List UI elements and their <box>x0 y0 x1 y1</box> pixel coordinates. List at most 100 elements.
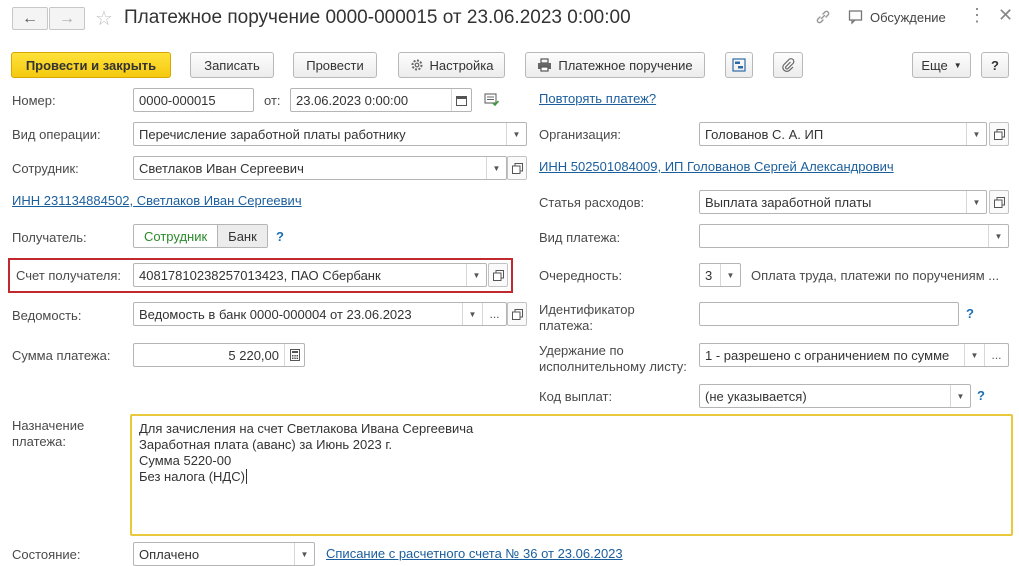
organization-inn-link[interactable]: ИНН 502501084009, ИП Голованов Сергей Ал… <box>539 159 894 174</box>
select-ellipsis-icon[interactable]: ... <box>482 303 506 325</box>
post-button[interactable]: Провести <box>293 52 377 78</box>
priority-label: Очередность: <box>539 268 623 283</box>
chevron-down-icon[interactable]: ▼ <box>720 264 740 286</box>
recipient-account-label: Счет получателя: <box>16 268 122 283</box>
payment-id-help-icon[interactable]: ? <box>966 306 974 321</box>
chevron-down-icon[interactable]: ▼ <box>462 303 482 325</box>
recipient-account-value: 40817810238257013423, ПАО Сбербанк <box>139 267 381 283</box>
arrow-right-icon: → <box>59 9 75 27</box>
calculator-icon[interactable] <box>284 344 304 366</box>
statement-value: Ведомость в банк 0000-000004 от 23.06.20… <box>139 306 412 322</box>
chevron-down-icon[interactable]: ▼ <box>966 123 986 145</box>
recipient-help-icon[interactable]: ? <box>276 229 284 244</box>
writeoff-document-link[interactable]: Списание с расчетного счета № 36 от 23.0… <box>326 546 623 561</box>
state-label: Состояние: <box>12 547 81 562</box>
priority-value: 3 <box>705 267 713 283</box>
open-account-button[interactable] <box>488 263 508 287</box>
chevron-down-icon[interactable]: ▼ <box>506 123 526 145</box>
purpose-label-line1: Назначение <box>12 418 85 433</box>
chevron-down-icon[interactable]: ▼ <box>964 344 984 366</box>
recipient-employee-option[interactable]: Сотрудник <box>134 225 219 247</box>
employee-inn-link[interactable]: ИНН 231134884502, Светлаков Иван Сергеев… <box>12 193 302 208</box>
chevron-down-icon[interactable]: ▼ <box>466 264 486 286</box>
link-icon[interactable] <box>815 9 831 28</box>
help-button[interactable]: ? <box>981 52 1009 78</box>
expense-item-value: Выплата заработной платы <box>705 194 872 210</box>
date-input[interactable]: 23.06.2023 0:00:00 <box>290 88 472 112</box>
settings-button[interactable]: Настройка <box>398 52 505 78</box>
chevron-down-icon[interactable]: ▼ <box>294 543 314 565</box>
chevron-down-icon[interactable]: ▼ <box>988 225 1008 247</box>
print-payment-order-button[interactable]: Платежное поручение <box>525 52 705 78</box>
operation-type-value: Перечисление заработной платы работнику <box>139 126 406 142</box>
priority-select[interactable]: 3 ▼ <box>699 263 741 287</box>
paperclip-icon <box>782 58 795 72</box>
more-options-icon[interactable]: ⋮ <box>968 5 986 25</box>
discussion-label: Обсуждение <box>870 9 946 25</box>
payment-id-label-line1: Идентификатор <box>539 302 635 317</box>
organization-select[interactable]: Голованов С. А. ИП ▼ <box>699 122 987 146</box>
more-actions-button[interactable]: Еще ▼ <box>912 52 971 78</box>
expense-item-label: Статья расходов: <box>539 195 645 210</box>
income-code-label: Код выплат: <box>539 389 613 404</box>
post-and-close-button[interactable]: Провести и закрыть <box>11 52 171 78</box>
purpose-line: Сумма 5220-00 <box>139 453 232 468</box>
employee-value: Светлаков Иван Сергеевич <box>139 160 304 176</box>
number-label: Номер: <box>12 93 56 108</box>
open-statement-button[interactable] <box>507 302 527 326</box>
post-label: Провести <box>306 57 364 73</box>
printer-icon <box>538 58 552 72</box>
operation-type-select[interactable]: Перечисление заработной платы работнику … <box>133 122 527 146</box>
recipient-label: Получатель: <box>12 230 87 245</box>
back-button[interactable]: ← <box>12 7 48 30</box>
statement-label: Ведомость: <box>12 308 82 323</box>
select-ellipsis-icon[interactable]: ... <box>984 344 1008 366</box>
deduction-label-line1: Удержание по <box>539 343 624 358</box>
amount-input[interactable]: 5 220,00 <box>133 343 305 367</box>
payment-id-input[interactable] <box>699 302 959 326</box>
attachments-button[interactable] <box>773 52 803 78</box>
save-button[interactable]: Записать <box>190 52 274 78</box>
open-expense-item-button[interactable] <box>989 190 1009 214</box>
purpose-textarea[interactable]: Для зачисления на счет Светлакова Ивана … <box>130 414 1013 536</box>
amount-label: Сумма платежа: <box>12 348 111 363</box>
open-organization-button[interactable] <box>989 122 1009 146</box>
history-icon[interactable] <box>484 93 500 109</box>
deduction-select[interactable]: 1 - разрешено с ограничением по сумме ▼ … <box>699 343 1009 367</box>
income-code-help-icon[interactable]: ? <box>977 388 985 403</box>
recipient-toggle[interactable]: Сотрудник Банк <box>133 224 268 248</box>
employee-select[interactable]: Светлаков Иван Сергеевич ▼ <box>133 156 507 180</box>
purpose-line: Заработная плата (аванс) за Июнь 2023 г. <box>139 437 393 452</box>
dropdown-arrow-icon: ▼ <box>953 60 962 70</box>
page-title: Платежное поручение 0000-000015 от 23.06… <box>124 7 631 28</box>
date-from-label: от: <box>264 93 281 108</box>
open-employee-button[interactable] <box>507 156 527 180</box>
forward-button[interactable]: → <box>49 7 85 30</box>
structure-button[interactable] <box>725 52 753 78</box>
close-icon[interactable]: ✕ <box>998 5 1013 25</box>
recipient-bank-option[interactable]: Банк <box>218 225 267 247</box>
favorite-star-icon[interactable]: ☆ <box>95 6 113 31</box>
statement-select[interactable]: Ведомость в банк 0000-000004 от 23.06.20… <box>133 302 507 326</box>
date-value: 23.06.2023 0:00:00 <box>296 92 409 108</box>
number-input[interactable]: 0000-000015 <box>133 88 254 112</box>
discussion-button[interactable]: Обсуждение <box>848 9 946 25</box>
chevron-down-icon[interactable]: ▼ <box>950 385 970 407</box>
repeat-payment-link[interactable]: Повторять платеж? <box>539 91 656 106</box>
open-icon <box>511 162 523 174</box>
recipient-account-select[interactable]: 40817810238257013423, ПАО Сбербанк ▼ <box>133 263 487 287</box>
open-icon <box>993 196 1005 208</box>
arrow-left-icon: ← <box>22 9 38 27</box>
calendar-icon[interactable] <box>451 89 471 111</box>
chevron-down-icon[interactable]: ▼ <box>486 157 506 179</box>
income-code-value: (не указывается) <box>705 388 807 404</box>
payment-id-label-line2: платежа: <box>539 318 593 333</box>
chevron-down-icon[interactable]: ▼ <box>966 191 986 213</box>
text-cursor <box>245 469 247 484</box>
expense-item-select[interactable]: Выплата заработной платы ▼ <box>699 190 987 214</box>
state-select[interactable]: Оплачено ▼ <box>133 542 315 566</box>
income-code-select[interactable]: (не указывается) ▼ <box>699 384 971 408</box>
deduction-label-line2: исполнительному листу: <box>539 359 687 374</box>
amount-value: 5 220,00 <box>228 347 279 363</box>
payment-type-select[interactable]: ▼ <box>699 224 1009 248</box>
